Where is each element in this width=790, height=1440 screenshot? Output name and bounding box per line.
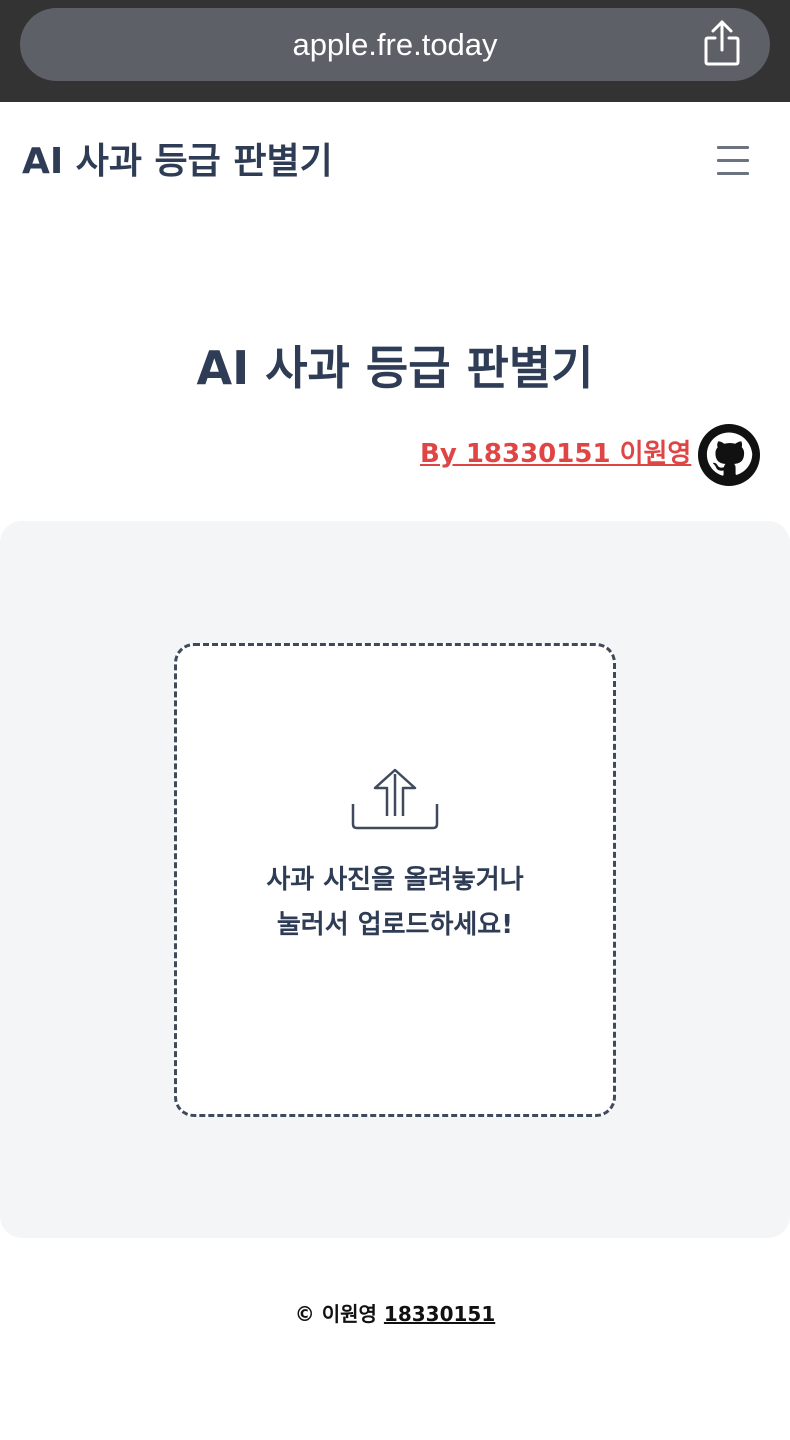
- share-icon[interactable]: [700, 18, 744, 70]
- hamburger-icon[interactable]: [712, 142, 754, 178]
- address-bar[interactable]: apple.fre.today: [20, 8, 770, 81]
- navbar-title[interactable]: AI 사과 등급 판별기: [22, 132, 333, 184]
- author-link[interactable]: By 18330151 이원영: [420, 433, 691, 470]
- upload-instruction[interactable]: 사과 사진을 올려놓거나 눌러서 업로드하세요!: [255, 858, 535, 948]
- footer-copyright: © 이원영: [294, 1302, 377, 1326]
- browser-toolbar: apple.fre.today: [0, 0, 790, 102]
- github-icon[interactable]: [698, 424, 760, 486]
- url-text[interactable]: apple.fre.today: [20, 8, 770, 81]
- page-title: AI 사과 등급 판별기: [196, 341, 594, 395]
- footer-student-id-link[interactable]: 18330151: [384, 1302, 495, 1326]
- footer: © 이원영 18330151: [0, 1298, 790, 1327]
- upload-icon: [351, 768, 439, 830]
